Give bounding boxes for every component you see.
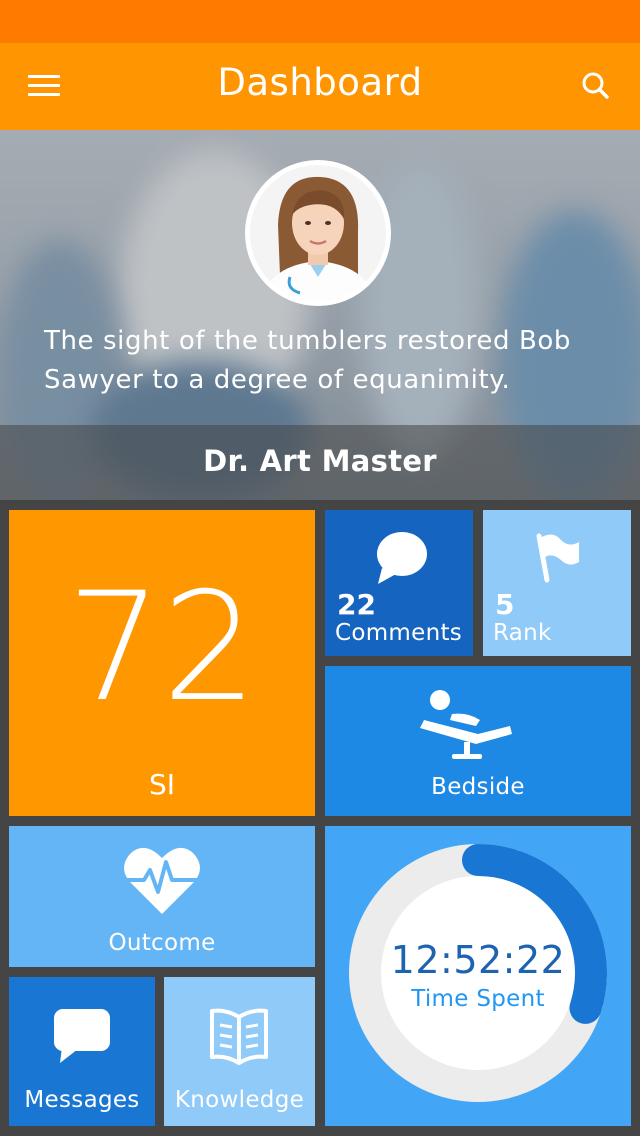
comments-count: 22 (337, 588, 376, 621)
avatar[interactable] (245, 160, 391, 306)
comments-label: Comments (335, 620, 463, 646)
message-icon (54, 1009, 110, 1063)
messages-tile[interactable]: Messages (9, 977, 155, 1126)
bedside-tile[interactable]: Bedside (325, 666, 631, 816)
status-bar (0, 0, 640, 43)
time-spent-value: 12:52:22 (390, 938, 566, 982)
heartbeat-icon (124, 847, 200, 914)
bedside-label: Bedside (431, 774, 525, 800)
si-tile[interactable]: 72 SI (9, 510, 315, 816)
si-value: 72 (66, 561, 258, 735)
time-spent-tile[interactable]: 12:52:22 Time Spent (325, 826, 631, 1126)
messages-label: Messages (24, 1087, 140, 1113)
outcome-tile[interactable]: Outcome (9, 826, 315, 967)
page-title: Dashboard (217, 61, 423, 104)
comments-tile[interactable]: 22 Comments (325, 510, 473, 656)
outcome-label: Outcome (108, 930, 216, 956)
rank-count: 5 (495, 588, 515, 621)
profile-header: The sight of the tumblers restored Bob S… (0, 130, 640, 500)
chat-bubble-icon (377, 532, 427, 584)
search-icon[interactable] (574, 65, 618, 109)
knowledge-label: Knowledge (174, 1087, 305, 1113)
patient-bed-icon (420, 690, 512, 759)
app-bar: Dashboard (0, 43, 640, 130)
rank-tile[interactable]: 5 Rank (483, 510, 631, 656)
knowledge-tile[interactable]: Knowledge (164, 977, 315, 1126)
flag-icon (536, 533, 579, 583)
profile-quote: The sight of the tumblers restored Bob S… (44, 326, 572, 395)
rank-label: Rank (493, 620, 552, 646)
book-icon (210, 1008, 268, 1065)
profile-name-bar: Dr. Art Master (0, 425, 640, 500)
time-spent-label: Time Spent (411, 986, 545, 1012)
profile-name: Dr. Art Master (203, 444, 437, 478)
si-label: SI (148, 768, 176, 801)
